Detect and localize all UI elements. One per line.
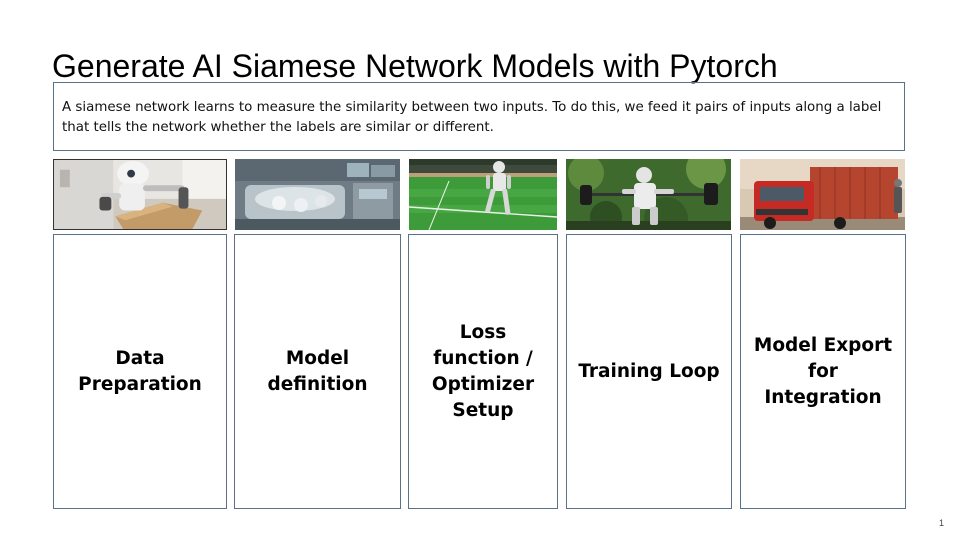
robotic-incubator-image [235, 159, 400, 230]
description-text: A siamese network learns to measure the … [62, 100, 882, 135]
step-label: Model Export for Integration [753, 334, 893, 408]
robot-on-soccer-field-image [409, 159, 557, 230]
step-label: Model definition [267, 347, 368, 395]
thumbnail-red-truck [740, 159, 905, 230]
robot-lifting-barbell-image [566, 159, 731, 230]
thumbnail-robotic-incubator [235, 159, 400, 230]
page-number: 1 [938, 518, 944, 528]
step-label: Training Loop [578, 360, 720, 382]
step-card-model-definition: Model definition [234, 234, 401, 509]
thumbnail-robot-packing-box [53, 159, 227, 230]
thumbnail-robot-soccer-field [409, 159, 557, 230]
step-card-data-preparation: Data Preparation [53, 234, 227, 509]
slide: Generate AI Siamese Network Models with … [0, 0, 960, 540]
step-card-training-loop: Training Loop [566, 234, 732, 509]
step-card-loss-optimizer: Loss function / Optimizer Setup [408, 234, 558, 509]
thumbnail-robot-barbell [566, 159, 731, 230]
robot-packing-box-image [54, 160, 226, 229]
step-card-model-export: Model Export for Integration [740, 234, 906, 509]
slide-title: Generate AI Siamese Network Models with … [52, 48, 778, 84]
step-label: Loss function / Optimizer Setup [431, 321, 535, 421]
red-truck-with-robot-image [740, 159, 905, 230]
step-label: Data Preparation [78, 347, 202, 395]
description-box: A siamese network learns to measure the … [53, 82, 905, 151]
